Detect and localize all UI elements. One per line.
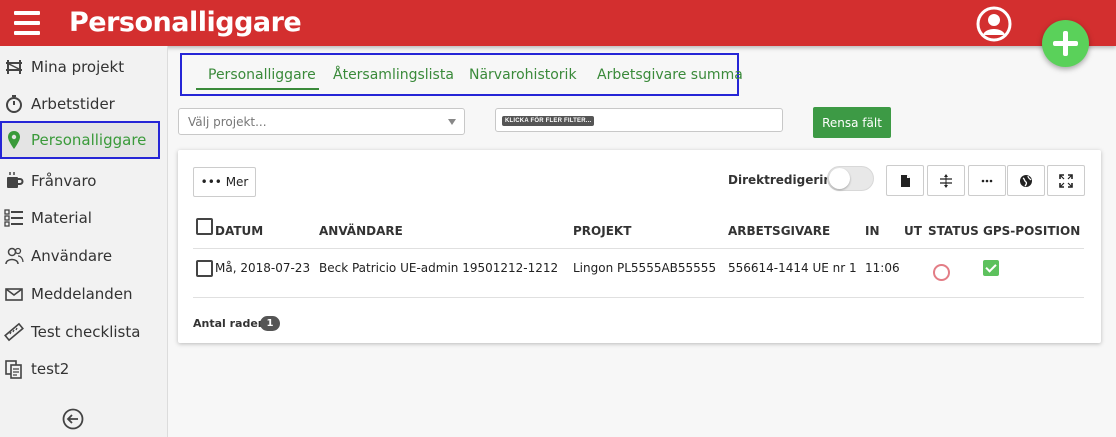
row-count-badge: 1: [260, 316, 280, 331]
column-header-anvandare[interactable]: ANVÄNDARE: [319, 224, 403, 238]
user-profile-icon[interactable]: [976, 6, 1012, 42]
tab-arbetsgivare-summa[interactable]: Arbetsgivare summa: [597, 67, 743, 83]
add-button[interactable]: [1042, 20, 1089, 67]
app-header: Personalliggare: [0, 0, 1116, 46]
column-header-datum[interactable]: DATUM: [215, 224, 263, 238]
clear-fields-button[interactable]: Rensa fält: [813, 107, 891, 138]
sidebar-item-test2[interactable]: test2: [0, 353, 168, 385]
cell-arbetsgivare: 556614-1414 UE nr 1: [728, 261, 857, 275]
stopwatch-icon: [6, 95, 22, 113]
sidebar-item-meddelanden[interactable]: Meddelanden: [0, 278, 168, 310]
collapse-sidebar-icon[interactable]: [62, 408, 84, 430]
project-select-placeholder: Välj projekt...: [188, 115, 267, 129]
users-icon: [5, 247, 24, 265]
column-header-ut[interactable]: UT: [904, 224, 922, 238]
more-dots-icon: [981, 179, 993, 182]
divider: [193, 297, 1084, 298]
row-count-label: Antal rader:: [193, 317, 268, 330]
map-pin-icon: [8, 131, 20, 149]
select-all-checkbox[interactable]: [196, 218, 213, 235]
sidebar-item-franvaro[interactable]: Frånvaro: [0, 165, 168, 197]
sidebar-item-arbetstider[interactable]: Arbetstider: [0, 88, 168, 120]
active-tab-indicator: [196, 88, 319, 90]
chevron-down-icon: [448, 119, 456, 125]
sidebar-item-label: Test checklista: [31, 323, 141, 341]
cell-anvandare: Beck Patricio UE-admin 19501212-1212: [319, 261, 559, 275]
column-header-projekt[interactable]: PROJEKT: [573, 224, 631, 238]
tab-bar: Personalliggare Återsamlingslista Närvar…: [180, 53, 743, 96]
coffee-icon: [7, 172, 24, 188]
toggle-knob: [829, 168, 850, 189]
sidebar-item-test-checklista[interactable]: Test checklista: [0, 316, 168, 348]
fullscreen-icon: [1059, 173, 1073, 188]
ruler-icon: [4, 322, 24, 342]
file-icon: [901, 174, 910, 187]
language-button[interactable]: [1007, 165, 1045, 196]
tab-atersamlingslista[interactable]: Återsamlingslista: [333, 67, 454, 83]
export-file-button[interactable]: [886, 165, 924, 196]
sidebar-item-label: Material: [31, 209, 92, 227]
list-icon: [4, 209, 23, 227]
direct-edit-label: Direktredigering: [728, 173, 841, 187]
more-options-button[interactable]: [968, 165, 1006, 196]
project-select[interactable]: Välj projekt...: [178, 108, 465, 135]
sidebar-item-label: Arbetstider: [31, 95, 115, 113]
column-header-in[interactable]: IN: [865, 224, 880, 238]
tab-personalliggare[interactable]: Personalliggare: [208, 67, 316, 83]
row-height-button[interactable]: [927, 165, 965, 196]
column-header-status[interactable]: STATUS: [928, 224, 979, 238]
tab-narvarohistorik[interactable]: Närvarohistorik: [469, 67, 577, 83]
sidebar-item-label: Personalliggare: [31, 131, 147, 149]
gps-check-icon[interactable]: [983, 260, 999, 276]
sidebar-item-label: Mina projekt: [31, 58, 125, 76]
direct-edit-toggle[interactable]: [827, 166, 874, 191]
row-checkbox[interactable]: [196, 260, 213, 277]
hamburger-menu-icon[interactable]: [14, 11, 40, 35]
cell-projekt: Lingon PL5555AB55555: [573, 261, 717, 275]
sidebar-item-mina-projekt[interactable]: Mina projekt: [0, 51, 168, 83]
documents-icon: [5, 360, 22, 379]
page-title: Personalliggare: [69, 7, 302, 38]
sidebar-item-personalliggare[interactable]: Personalliggare: [0, 121, 160, 159]
divider: [193, 248, 1084, 249]
sidebar-item-label: Meddelanden: [31, 285, 133, 303]
status-indicator-icon[interactable]: [933, 264, 950, 281]
cell-datum: Må, 2018-07-23: [215, 261, 311, 275]
filter-input[interactable]: KLICKA FÖR FLER FILTER...: [495, 108, 783, 132]
column-header-arbetsgivare[interactable]: ARBETSGIVARE: [728, 224, 830, 238]
sidebar-item-label: Frånvaro: [31, 172, 97, 190]
fullscreen-button[interactable]: [1047, 165, 1085, 196]
globe-icon: [1020, 174, 1032, 187]
row-height-icon: [940, 173, 952, 188]
sidebar: Mina projekt Arbetstider Personalliggare…: [0, 46, 168, 437]
envelope-icon: [5, 288, 23, 301]
sidebar-item-label: test2: [31, 360, 70, 378]
cell-in: 11:06: [865, 261, 900, 275]
sidebar-item-material[interactable]: Material: [0, 202, 168, 234]
more-button[interactable]: ••• Mer: [193, 167, 256, 197]
column-header-gps-position[interactable]: GPS-POSITION: [983, 224, 1080, 238]
scaffold-icon: [6, 60, 22, 74]
data-table-card: ••• Mer Direktredigering DATUM ANVÄNDARE…: [178, 150, 1101, 343]
sidebar-item-anvandare[interactable]: Användare: [0, 240, 168, 272]
more-filters-tag[interactable]: KLICKA FÖR FLER FILTER...: [502, 116, 595, 126]
sidebar-item-label: Användare: [31, 247, 113, 265]
